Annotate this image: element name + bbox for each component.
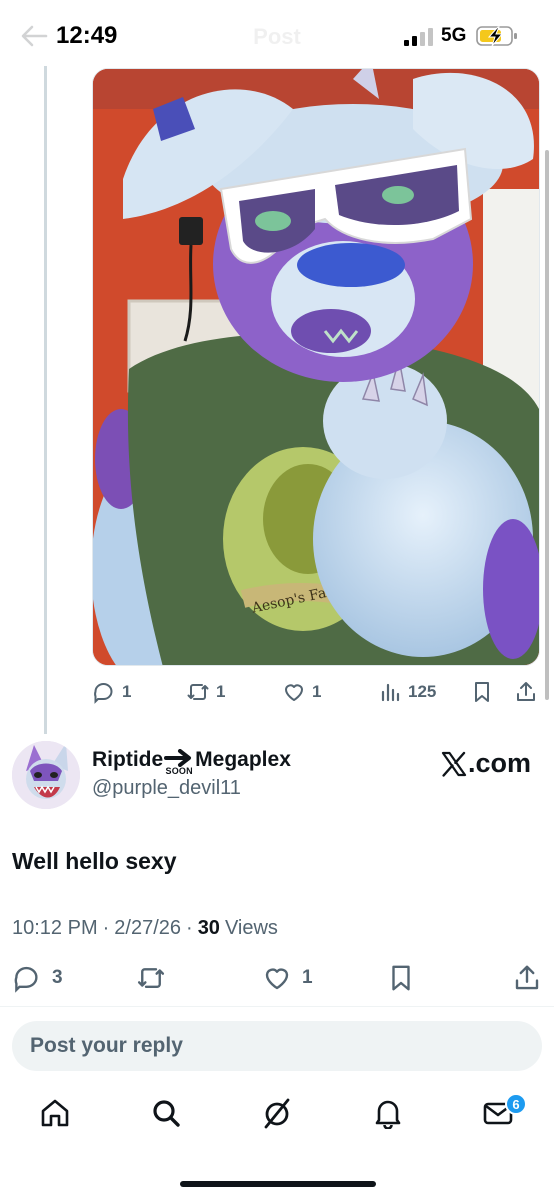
thread-line [44,66,47,734]
reply-placeholder: Post your reply [30,1034,183,1057]
watermark-text: .com [468,748,532,778]
share-icon [517,682,535,701]
home-icon [41,1099,69,1127]
bookmark-icon [475,682,489,702]
repost-icon [137,968,165,988]
x-logo-icon [441,751,467,777]
scrollbar[interactable] [545,150,549,700]
repost-icon [187,684,209,700]
quoted-reply-button[interactable]: 1 [92,680,131,704]
battery-charging-icon [476,26,517,47]
views-label: Views [224,917,278,939]
signal-icon [404,28,433,46]
status-bar: Post 12:49 5G [0,0,554,72]
like-icon [285,684,303,701]
post-time[interactable]: 10:12 PM [12,917,98,940]
views-icon [381,683,400,702]
divider [0,1006,554,1007]
quoted-reply-count: 1 [122,682,132,701]
reply-input[interactable]: Post your reply [12,1021,542,1071]
meta-separator: · [102,917,110,939]
notifications-icon [375,1100,401,1130]
quoted-repost-button[interactable]: 1 [186,680,225,704]
share-button[interactable] [512,962,542,994]
nav-search[interactable] [150,1097,182,1129]
quoted-like-button[interactable]: 1 [282,680,321,704]
post-media-image[interactable]: Aesop's Fables [92,68,540,666]
reply-icon [94,683,113,704]
like-button[interactable]: 1 [262,962,313,994]
display-name-part1: Riptide [92,747,164,771]
quoted-post-actions: 1 1 1 125 [92,676,542,708]
repost-button[interactable] [136,962,166,994]
like-count: 1 [302,967,313,988]
quoted-views-button[interactable]: 125 [378,680,436,704]
grok-icon [264,1098,290,1129]
reply-button[interactable]: 3 [12,962,63,994]
reply-icon [14,966,38,993]
display-name-part2: Megaplex [195,747,291,771]
right-arrow-icon [164,749,192,767]
status-time: 12:49 [56,22,118,49]
bookmark-icon [392,965,410,991]
reply-count: 3 [52,967,63,988]
like-icon [265,968,289,990]
share-icon [515,965,539,990]
nav-grok[interactable] [261,1097,293,1129]
network-type: 5G [441,25,467,46]
meta-separator: · [186,917,193,939]
quoted-share-button[interactable] [514,680,538,704]
search-icon [153,1100,180,1127]
quoted-like-count: 1 [312,682,322,701]
post-date[interactable]: 2/27/26 [114,917,181,940]
messages-badge: 6 [505,1093,527,1115]
soon-label: SOON [165,766,193,776]
avatar[interactable] [12,741,80,809]
home-indicator[interactable] [180,1181,376,1187]
nav-notifications[interactable] [372,1097,404,1130]
nav-home[interactable] [39,1097,71,1129]
post-text: Well hello sexy [12,848,177,874]
soon-arrow-emoji: SOON [164,749,194,776]
quoted-view-count: 125 [408,682,437,701]
views-count: 30 [197,917,220,939]
post-meta: 10:12 PM · 2/27/26 · 30 Views [12,917,278,940]
quoted-bookmark-button[interactable] [470,680,494,704]
quoted-repost-count: 1 [216,682,226,701]
display-name[interactable]: Riptide SOON Megaplex [92,746,291,776]
bookmark-button[interactable] [386,962,416,994]
user-handle[interactable]: @purple_devil11 [92,777,241,800]
xcom-watermark: .com [441,748,531,779]
